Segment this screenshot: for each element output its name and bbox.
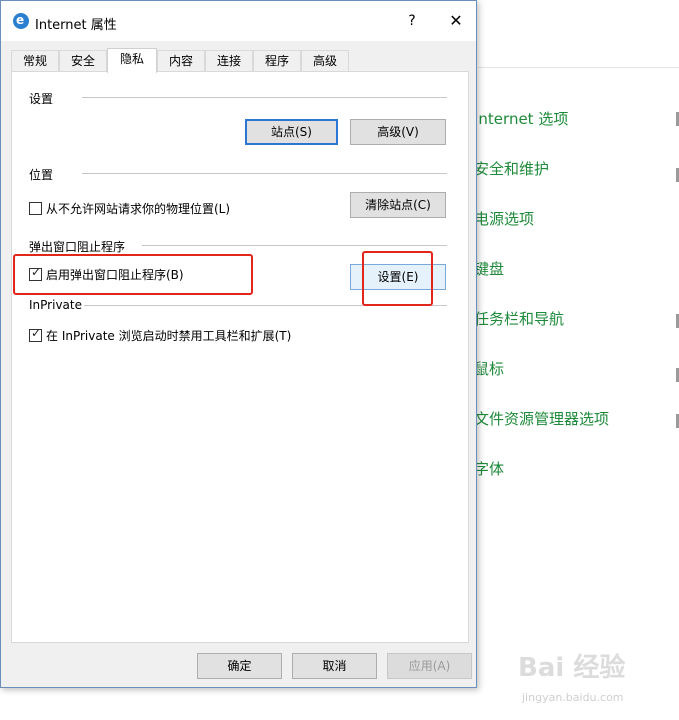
group-divider [82,97,447,98]
check-mark-icon: ✓ [31,326,42,340]
watermark-url: jingyan.baidu.com [522,691,624,704]
link-taskbar-navigation[interactable]: 任务栏和导航 [474,308,564,329]
privacy-panel: 设置 站点(S) 高级(V) 位置 从不允许网站请求你的物理位置(L) 清除站点… [11,71,469,643]
tab-programs[interactable]: 程序 [253,50,301,72]
location-checkbox-label[interactable]: 从不允许网站请求你的物理位置(L) [46,200,230,217]
settings-group-title: 设置 [29,92,54,106]
group-divider [142,245,447,246]
internet-explorer-icon: e [13,13,29,29]
tab-content[interactable]: 内容 [157,50,205,72]
location-checkbox[interactable] [29,202,42,215]
link-keyboard[interactable]: 键盘 [474,258,504,279]
popup-group-title: 弹出窗口阻止程序 [29,240,126,254]
inprivate-group-title: InPrivate [29,298,82,312]
cancel-button[interactable]: 取消 [292,653,377,679]
apply-button[interactable]: 应用(A) [387,653,472,679]
help-button[interactable]: ? [399,10,425,32]
tab-security[interactable]: 安全 [59,50,107,72]
link-power-options[interactable]: 电源选项 [474,208,534,229]
clear-sites-button[interactable]: 清除站点(C) [350,192,446,218]
tab-general[interactable]: 常规 [11,50,59,72]
link-internet-options[interactable]: Internet 选项 [474,108,568,129]
group-divider [82,173,447,174]
highlight-popup-settings [362,251,433,306]
title-bar[interactable]: e Internet 属性 ? ✕ [1,1,476,41]
internet-properties-dialog: e Internet 属性 ? ✕ 常规 安全 隐私 内容 连接 程序 高级 设… [0,0,477,688]
watermark: Bai 经验 jingyan.baidu.com [518,645,668,715]
inprivate-checkbox[interactable]: ✓ [29,326,42,342]
tab-advanced[interactable]: 高级 [301,50,349,72]
link-mouse[interactable]: 鼠标 [474,358,504,379]
dialog-title: Internet 属性 [35,18,117,33]
sites-button[interactable]: 站点(S) [245,119,338,145]
link-security-maintenance[interactable]: 安全和维护 [474,158,549,179]
tab-privacy[interactable]: 隐私 [107,48,157,73]
ok-button[interactable]: 确定 [197,653,282,679]
tab-connections[interactable]: 连接 [205,50,253,72]
link-file-explorer-options[interactable]: 文件资源管理器选项 [474,408,609,429]
header-divider [478,67,679,68]
advanced-button[interactable]: 高级(V) [350,119,446,145]
inprivate-checkbox-label[interactable]: 在 InPrivate 浏览启动时禁用工具栏和扩展(T) [46,327,291,344]
close-button[interactable]: ✕ [443,10,469,32]
location-group-title: 位置 [29,168,54,182]
highlight-popup-checkbox [13,254,253,295]
link-fonts[interactable]: 字体 [474,458,504,479]
watermark-logo: Bai 经验 [518,653,626,683]
